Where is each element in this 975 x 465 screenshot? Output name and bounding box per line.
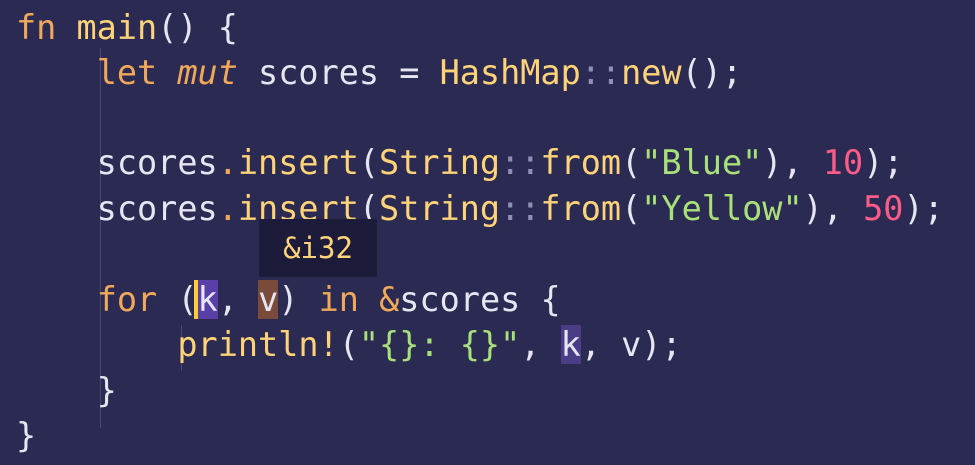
code-token: ) (278, 280, 319, 319)
code-token: & (379, 280, 400, 319)
code-token: :: (500, 189, 541, 228)
code-token: println! (177, 325, 339, 364)
code-token: from (540, 189, 622, 228)
code-token: ( (621, 189, 642, 228)
code-token: scores = (237, 53, 440, 92)
code-token: HashMap (439, 53, 581, 92)
code-line-7[interactable]: for (k, v) in &scores { (16, 280, 561, 320)
code-token: . (217, 143, 238, 182)
code-token: ); (903, 189, 944, 228)
code-token: from (540, 143, 622, 182)
code-token: String (379, 189, 501, 228)
code-token: mut (177, 53, 238, 92)
code-editor[interactable]: fn main() { let mut scores = HashMap::ne… (0, 0, 975, 465)
code-token: () { (157, 8, 238, 47)
code-token: ), (802, 189, 864, 228)
code-token: (); (681, 53, 743, 92)
code-token: :: (500, 143, 541, 182)
code-token: ); (863, 143, 904, 182)
code-token: main (76, 8, 158, 47)
code-token: ( (157, 280, 198, 319)
code-token: } (16, 416, 37, 455)
code-token: . (217, 189, 238, 228)
code-token: "{}: {}" (358, 325, 521, 364)
code-token: ( (338, 325, 359, 364)
type-hint-tooltip: &i32 (259, 219, 377, 277)
code-token: "Yellow" (641, 189, 803, 228)
code-line-4[interactable]: scores.insert(String::from("Blue"), 10); (16, 143, 904, 183)
code-token: , (217, 280, 259, 319)
code-token: new (621, 53, 682, 92)
code-token: k (560, 325, 581, 364)
code-line-10[interactable]: } (16, 416, 36, 456)
code-token: :: (580, 53, 622, 92)
code-token: insert (237, 143, 359, 182)
code-token: scores { (399, 280, 561, 319)
code-token: fn (16, 8, 57, 47)
code-line-5[interactable]: scores.insert(String::from("Yellow"), 50… (16, 189, 944, 229)
code-token: v (258, 280, 279, 319)
code-line-8[interactable]: println!("{}: {}", k, v); (16, 325, 682, 365)
code-token: ( (358, 143, 380, 182)
code-line-2[interactable]: let mut scores = HashMap::new(); (16, 53, 742, 93)
code-token: } (16, 371, 117, 410)
code-token: k (193, 280, 218, 319)
code-token: scores (16, 143, 218, 182)
code-token: "Blue" (641, 143, 763, 182)
code-token: scores (16, 189, 218, 228)
code-token: 10 (822, 143, 864, 182)
code-token: for (96, 280, 158, 319)
code-token: in (318, 280, 359, 319)
code-token: ( (621, 143, 642, 182)
code-token: String (379, 143, 501, 182)
code-token: ), (762, 143, 823, 182)
code-token: 50 (863, 189, 904, 228)
code-token: , (520, 325, 561, 364)
code-line-9[interactable]: } (16, 371, 117, 411)
code-line-1[interactable]: fn main() { (16, 8, 238, 48)
code-token: let (96, 53, 158, 92)
code-token: , v); (580, 325, 682, 364)
